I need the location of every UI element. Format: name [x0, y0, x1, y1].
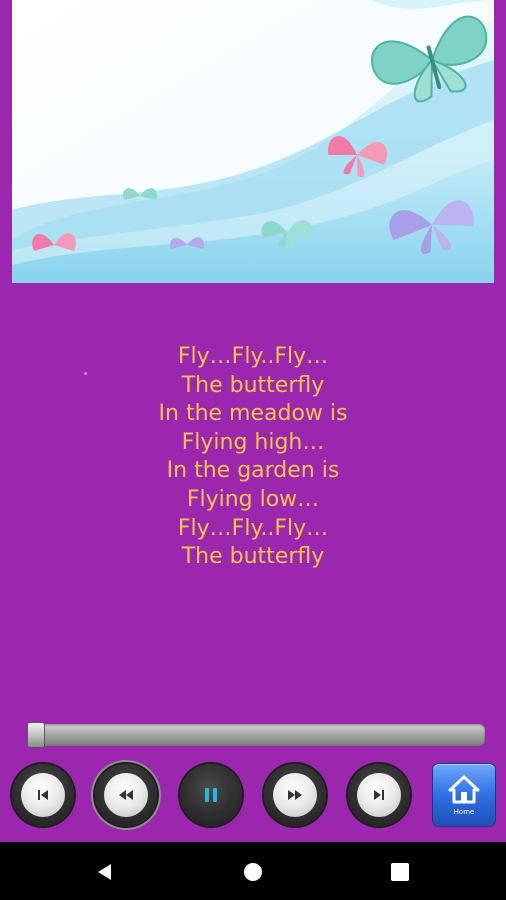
lyrics-line: Fly…Fly..Fly… [177, 515, 329, 541]
skip-next-icon [374, 790, 384, 800]
lyrics-line: Flying low… [186, 486, 320, 512]
lyrics-line: In the garden is [166, 458, 340, 484]
recents-square-icon[interactable] [389, 861, 411, 883]
lyrics-line: The butterfly [181, 544, 325, 570]
previous-button[interactable] [12, 764, 74, 826]
next-button[interactable] [348, 764, 410, 826]
rewind-button[interactable] [95, 764, 157, 826]
butterfly-artwork [12, 0, 494, 283]
system-nav-bar [0, 842, 506, 900]
home-button-label: Home [453, 808, 475, 816]
skip-previous-icon [38, 790, 48, 800]
lyrics-line: Fly…Fly..Fly… [177, 344, 329, 369]
back-triangle-icon[interactable] [94, 861, 116, 883]
lyrics-line: Flying high… [181, 429, 325, 455]
lyrics-panel: Fly…Fly..Fly… The butterfly In the meado… [0, 343, 506, 572]
home-circle-icon[interactable] [242, 861, 264, 883]
rewind-icon [119, 790, 133, 800]
seek-thumb[interactable] [27, 722, 45, 748]
fast-forward-icon [288, 790, 302, 800]
pause-button[interactable] [180, 764, 242, 826]
home-button[interactable]: Home [433, 764, 495, 826]
pause-icon [205, 788, 217, 802]
fast-forward-button[interactable] [264, 764, 326, 826]
lyrics-line: In the meadow is [158, 401, 348, 427]
seek-bar[interactable] [27, 724, 485, 746]
lyrics-line: The butterfly [181, 372, 325, 398]
home-icon [448, 775, 480, 804]
